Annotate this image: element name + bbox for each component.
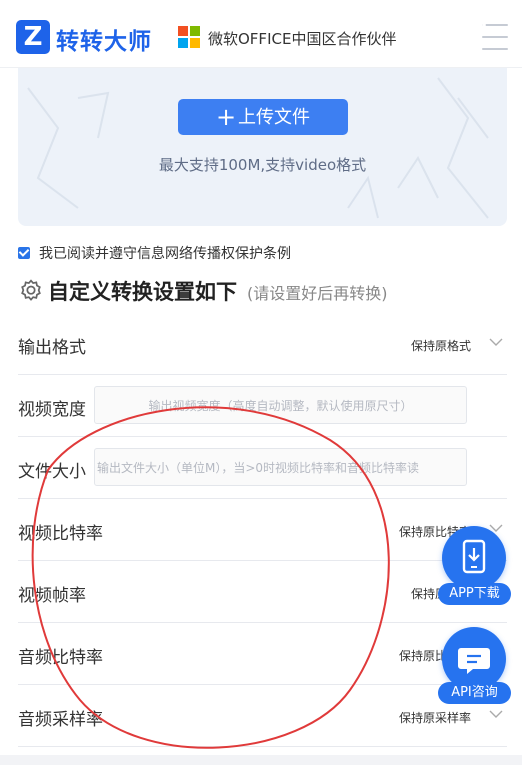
row-output-format[interactable]: 输出格式 保持原格式 [18, 313, 507, 375]
microsoft-logo-icon [178, 26, 200, 48]
upload-area[interactable]: + 上传文件 最大支持100M,支持video格式 [18, 68, 507, 226]
output-format-select[interactable]: 保持原格式 [411, 337, 471, 354]
brand-logo-icon[interactable]: Z [16, 20, 50, 54]
menu-icon[interactable] [478, 22, 508, 52]
top-header: Z 转转大师 微软OFFICE中国区合作伙伴 [0, 0, 522, 68]
app-download-label[interactable]: APP下载 [438, 583, 511, 605]
row-file-size: 文件大小 输出文件大小（单位M），当>0时视频比特率和音频比特率读 [18, 437, 507, 499]
row-label: 文件大小 [18, 462, 86, 482]
file-size-input[interactable]: 输出文件大小（单位M），当>0时视频比特率和音频比特率读 [94, 448, 467, 486]
bottom-bar [0, 755, 522, 765]
upload-file-button[interactable]: + 上传文件 [178, 99, 348, 135]
chevron-down-icon[interactable] [489, 707, 503, 721]
gear-icon [21, 279, 41, 301]
row-video-framerate[interactable]: 视频帧率 保持原帧率 [18, 561, 507, 623]
row-label: 音频比特率 [18, 648, 103, 668]
partner-text: 微软OFFICE中国区合作伙伴 [208, 30, 397, 48]
agreement-row[interactable]: 我已阅读并遵守信息网络传播权保护条例 [18, 243, 291, 263]
upload-background-pattern [27, 77, 489, 219]
settings-subtitle: (请设置好后再转换) [247, 284, 388, 303]
chevron-down-icon[interactable] [489, 335, 503, 349]
upload-hint: 最大支持100M,支持video格式 [158, 156, 367, 174]
upload-button-label: 上传文件 [238, 107, 311, 128]
agreement-checkbox[interactable] [18, 247, 30, 259]
row-label: 输出格式 [18, 338, 86, 358]
video-width-input[interactable]: 输出视频宽度（高度自动调整，默认使用原尺寸） [94, 386, 467, 424]
settings-title: 自定义转换设置如下 [48, 280, 237, 304]
api-consult-label[interactable]: API咨询 [438, 682, 511, 704]
row-label: 视频比特率 [18, 524, 103, 544]
audio-samplerate-select[interactable]: 保持原采样率 [399, 709, 471, 726]
row-video-width: 视频宽度 输出视频宽度（高度自动调整，默认使用原尺寸） [18, 375, 507, 437]
brand-name[interactable]: 转转大师 [56, 22, 152, 56]
settings-heading: 自定义转换设置如下 (请设置好后再转换) [18, 276, 388, 306]
row-video-bitrate[interactable]: 视频比特率 保持原比特率 [18, 499, 507, 561]
phone-download-icon [462, 539, 486, 574]
agreement-text: 我已阅读并遵守信息网络传播权保护条例 [39, 246, 291, 262]
row-label: 视频宽度 [18, 400, 86, 420]
app-download-button[interactable] [442, 526, 506, 590]
plus-icon: + [215, 103, 237, 131]
row-audio-bitrate[interactable]: 音频比特率 保持原比特率 [18, 623, 507, 685]
row-label: 视频帧率 [18, 586, 86, 606]
row-audio-samplerate[interactable]: 音频采样率 保持原采样率 [18, 685, 507, 747]
row-label: 音频采样率 [18, 710, 103, 730]
